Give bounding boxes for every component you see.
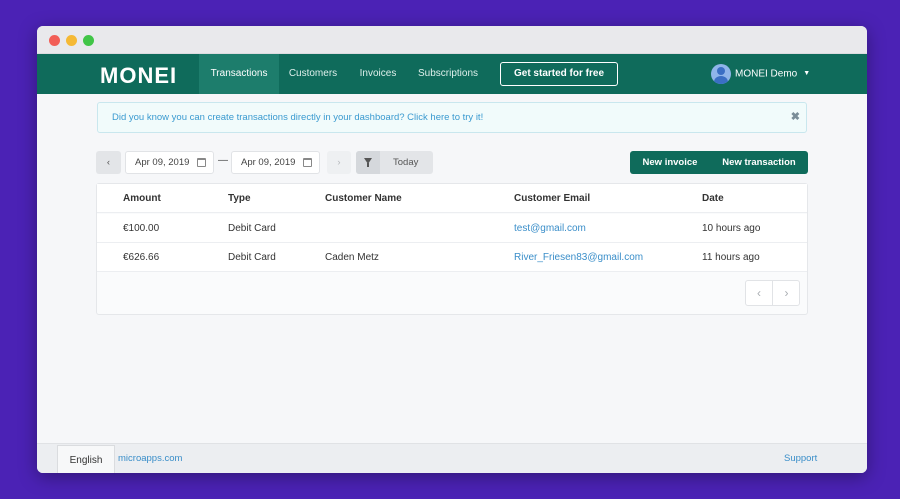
next-page-button[interactable]: › [773, 281, 800, 305]
get-started-button[interactable]: Get started for free [500, 62, 618, 86]
column-header-customer-name[interactable]: Customer Name [325, 184, 402, 213]
window-titlebar [37, 26, 867, 54]
user-name: MONEI Demo [735, 68, 798, 80]
calendar-icon [303, 158, 312, 167]
new-transaction-button[interactable]: New transaction [710, 151, 808, 174]
chevron-down-icon: ▼ [803, 70, 811, 77]
column-header-date[interactable]: Date [702, 184, 724, 213]
prev-page-button[interactable]: ‹ [746, 281, 773, 305]
cell-type: Debit Card [228, 223, 276, 234]
column-header-amount[interactable]: Amount [123, 184, 161, 213]
user-menu[interactable]: MONEI Demo ▼ [711, 64, 810, 84]
support-link[interactable]: Support [784, 444, 817, 473]
today-label: Today [393, 157, 419, 168]
cell-customer-email[interactable]: River_Friesen83@gmail.com [514, 243, 643, 272]
language-selector[interactable]: English [57, 445, 115, 473]
banner-text[interactable]: Did you know you can create transactions… [112, 112, 483, 123]
filter-today-button[interactable]: Today [356, 151, 433, 174]
date-from-value: Apr 09, 2019 [135, 157, 190, 168]
date-to-input[interactable]: Apr 09, 2019 [231, 151, 320, 174]
close-icon[interactable]: ✖ [791, 103, 800, 132]
cell-amount: €626.66 [123, 252, 160, 263]
nav-transactions[interactable]: Transactions [199, 54, 279, 94]
cell-date: 10 hours ago [702, 223, 761, 234]
new-invoice-button[interactable]: New invoice [630, 151, 710, 174]
minimize-window-button[interactable] [66, 35, 77, 46]
transactions-table: Amount Type Customer Name Customer Email… [96, 183, 808, 315]
nav-customers[interactable]: Customers [279, 54, 347, 94]
footer: English microapps.com Support [37, 443, 867, 473]
date-from-input[interactable]: Apr 09, 2019 [125, 151, 214, 174]
date-to-value: Apr 09, 2019 [241, 157, 296, 168]
nav-invoices[interactable]: Invoices [347, 54, 409, 94]
info-banner[interactable]: Did you know you can create transactions… [97, 102, 807, 133]
microapps-link[interactable]: microapps.com [118, 444, 182, 473]
maximize-window-button[interactable] [83, 35, 94, 46]
close-window-button[interactable] [49, 35, 60, 46]
column-header-type[interactable]: Type [228, 184, 251, 213]
cell-amount: €100.00 [123, 223, 160, 234]
cell-customer-email[interactable]: test@gmail.com [514, 214, 586, 243]
cell-date: 11 hours ago [702, 252, 760, 263]
cell-type: Debit Card [228, 252, 276, 263]
action-button-group: New invoice New transaction [630, 151, 808, 174]
filter-toggle[interactable] [356, 151, 380, 174]
monei-logo[interactable]: MONEI [100, 63, 177, 89]
nav-subscriptions[interactable]: Subscriptions [409, 54, 487, 94]
date-range-separator: — [218, 155, 228, 166]
column-header-customer-email[interactable]: Customer Email [514, 184, 590, 213]
cell-customer-name: Caden Metz [325, 252, 379, 263]
top-navbar: MONEI Transactions Customers Invoices Su… [37, 54, 867, 94]
table-row[interactable]: €100.00 Debit Card test@gmail.com 10 hou… [97, 214, 807, 243]
browser-window: MONEI Transactions Customers Invoices Su… [37, 26, 867, 473]
table-header: Amount Type Customer Name Customer Email… [97, 184, 807, 213]
pagination: ‹ › [745, 280, 800, 306]
table-row[interactable]: €626.66 Debit Card Caden Metz River_Frie… [97, 243, 807, 272]
user-avatar-icon [711, 64, 731, 84]
calendar-icon [197, 158, 206, 167]
next-day-button[interactable]: › [327, 151, 351, 174]
prev-day-button[interactable]: ‹ [96, 151, 121, 174]
